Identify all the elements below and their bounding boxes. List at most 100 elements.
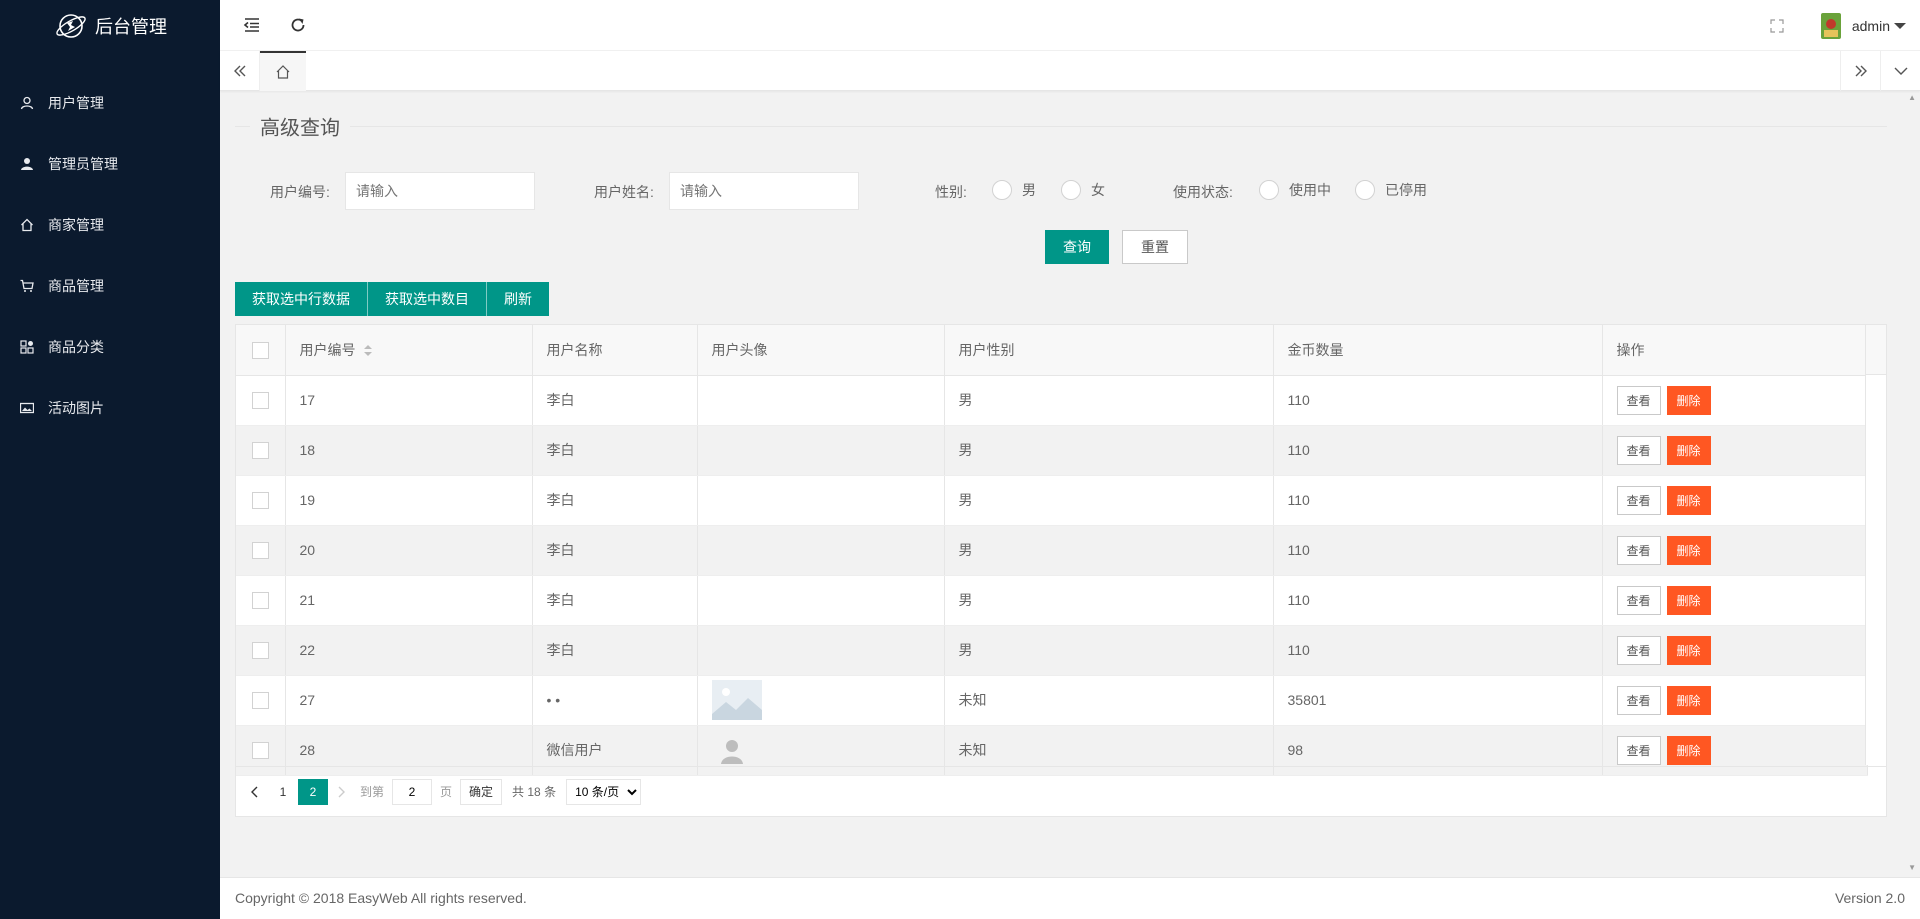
- table-row[interactable]: 19 李白男 110 查看 删除: [236, 475, 1868, 526]
- image-placeholder-icon[interactable]: [711, 680, 762, 720]
- view-button[interactable]: 查看: [1616, 485, 1661, 515]
- sidebar-item-admins[interactable]: 管理员管理: [0, 133, 220, 194]
- sort-icon[interactable]: [363, 345, 372, 357]
- chevron-down-icon[interactable]: [1894, 22, 1906, 29]
- cell-user-id: 18: [285, 425, 533, 476]
- select-all-checkbox[interactable]: [251, 341, 269, 359]
- column-header-gender: 用户性别: [944, 325, 1274, 376]
- row-checkbox[interactable]: [251, 491, 269, 509]
- table-row[interactable]: 21 李白男 110 查看 删除: [236, 575, 1868, 626]
- page-number-current[interactable]: 2: [298, 778, 328, 805]
- version: Version 2.0: [1834, 890, 1905, 906]
- sidebar: 后台管理 用户管理 管理员管理 商家管理 商品管理 商品分类 活动图片: [0, 0, 220, 919]
- picture-icon: [20, 401, 34, 415]
- gender-radio-female[interactable]: 女: [1061, 180, 1105, 200]
- collapse-menu-icon[interactable]: [242, 15, 262, 35]
- home-icon: [20, 218, 34, 232]
- row-checkbox[interactable]: [251, 741, 269, 759]
- delete-button[interactable]: 删除: [1666, 635, 1711, 665]
- delete-button[interactable]: 删除: [1666, 735, 1711, 765]
- cell-gender: 男: [944, 625, 1274, 676]
- row-checkbox[interactable]: [251, 541, 269, 559]
- tabs-scroll-left-icon[interactable]: [220, 51, 260, 91]
- table-row[interactable]: 22 李白男 110 查看 删除: [236, 625, 1868, 676]
- row-checkbox[interactable]: [251, 691, 269, 709]
- select-all-cell: [236, 325, 286, 376]
- radio-circle[interactable]: [1259, 180, 1279, 200]
- user-name-input[interactable]: [669, 172, 859, 210]
- logo[interactable]: 后台管理: [0, 0, 220, 52]
- prev-page-icon[interactable]: [246, 783, 264, 801]
- user-avatar[interactable]: [1820, 12, 1841, 39]
- view-button[interactable]: 查看: [1616, 435, 1661, 465]
- row-select-cell: [236, 675, 286, 726]
- gender-radio-male[interactable]: 男: [992, 180, 1036, 200]
- search-form: 用户编号: 用户姓名: 性别: 男 女 使用状态: 使用中 已停用: [220, 172, 1920, 210]
- sidebar-item-merchants[interactable]: 商家管理: [0, 194, 220, 255]
- view-button[interactable]: 查看: [1616, 585, 1661, 615]
- tab-bar: [220, 51, 1920, 91]
- delete-button[interactable]: 删除: [1666, 435, 1711, 465]
- get-selected-row-data-button[interactable]: 获取选中行数据: [235, 282, 368, 316]
- sidebar-item-banners[interactable]: 活动图片: [0, 377, 220, 438]
- radio-circle[interactable]: [992, 180, 1012, 200]
- cell-user-name: • •: [532, 675, 698, 726]
- tabs-scroll-right-icon[interactable]: [1840, 51, 1880, 91]
- scroll-up-icon[interactable]: ▲: [1908, 93, 1916, 102]
- row-checkbox[interactable]: [251, 591, 269, 609]
- sidebar-item-products[interactable]: 商品管理: [0, 255, 220, 316]
- row-checkbox[interactable]: [251, 641, 269, 659]
- radio-circle[interactable]: [1061, 180, 1081, 200]
- delete-button[interactable]: 删除: [1666, 685, 1711, 715]
- table-row[interactable]: 18 李白男 110 查看 删除: [236, 425, 1868, 476]
- cell-gender: 男: [944, 375, 1274, 426]
- table-row[interactable]: 27 • • 未知 35801 查看 删除: [236, 675, 1868, 726]
- user-id-input[interactable]: [345, 172, 535, 210]
- table-row[interactable]: 20 李白男 110 查看 删除: [236, 525, 1868, 576]
- reset-button[interactable]: 重置: [1122, 230, 1188, 264]
- goto-confirm-button[interactable]: 确定: [460, 778, 503, 805]
- page-number[interactable]: 1: [268, 779, 298, 805]
- next-page-icon[interactable]: [332, 783, 350, 801]
- refresh-icon[interactable]: [288, 15, 308, 35]
- radio-circle[interactable]: [1355, 180, 1375, 200]
- goto-label: 到第: [360, 785, 385, 799]
- default-user-icon[interactable]: [711, 730, 752, 770]
- sidebar-item-categories[interactable]: 商品分类: [0, 316, 220, 377]
- delete-button[interactable]: 删除: [1666, 585, 1711, 615]
- fullscreen-icon[interactable]: [1767, 16, 1787, 36]
- column-header-user-id[interactable]: 用户编号: [285, 325, 533, 376]
- row-checkbox[interactable]: [251, 391, 269, 409]
- delete-button[interactable]: 删除: [1666, 485, 1711, 515]
- delete-button[interactable]: 删除: [1666, 535, 1711, 565]
- column-header-avatar: 用户头像: [697, 325, 945, 376]
- get-selected-count-button[interactable]: 获取选中数目: [368, 282, 487, 316]
- sidebar-item-label: 管理员管理: [48, 155, 118, 172]
- column-header-actions: 操作: [1602, 325, 1868, 376]
- user-name[interactable]: admin: [1852, 18, 1890, 34]
- cell-actions: 查看 删除: [1602, 625, 1868, 676]
- view-button[interactable]: 查看: [1616, 735, 1661, 765]
- tabs-menu-chevron-down-icon[interactable]: [1880, 51, 1920, 91]
- view-button[interactable]: 查看: [1616, 635, 1661, 665]
- sidebar-item-label: 用户管理: [48, 94, 104, 111]
- page-size-select[interactable]: 10 条/页: [566, 778, 642, 805]
- sidebar-item-users[interactable]: 用户管理: [0, 72, 220, 133]
- column-header-coins: 金币数量: [1273, 325, 1603, 376]
- row-checkbox[interactable]: [251, 441, 269, 459]
- scroll-down-icon[interactable]: ▼: [1908, 863, 1916, 872]
- view-button[interactable]: 查看: [1616, 385, 1661, 415]
- column-title: 用户编号: [299, 341, 356, 358]
- cell-user-id: 22: [285, 625, 533, 676]
- view-button[interactable]: 查看: [1616, 535, 1661, 565]
- table-row[interactable]: 17 李白男 110 查看 删除: [236, 375, 1868, 426]
- delete-button[interactable]: 删除: [1666, 385, 1711, 415]
- query-button[interactable]: 查询: [1045, 230, 1109, 264]
- status-radio-active[interactable]: 使用中: [1259, 180, 1331, 200]
- status-radio-disabled[interactable]: 已停用: [1355, 180, 1427, 200]
- cell-user-id: 17: [285, 375, 533, 426]
- refresh-button[interactable]: 刷新: [487, 282, 549, 316]
- tab-home[interactable]: [260, 51, 306, 91]
- goto-page-input[interactable]: [392, 778, 433, 805]
- view-button[interactable]: 查看: [1616, 685, 1661, 715]
